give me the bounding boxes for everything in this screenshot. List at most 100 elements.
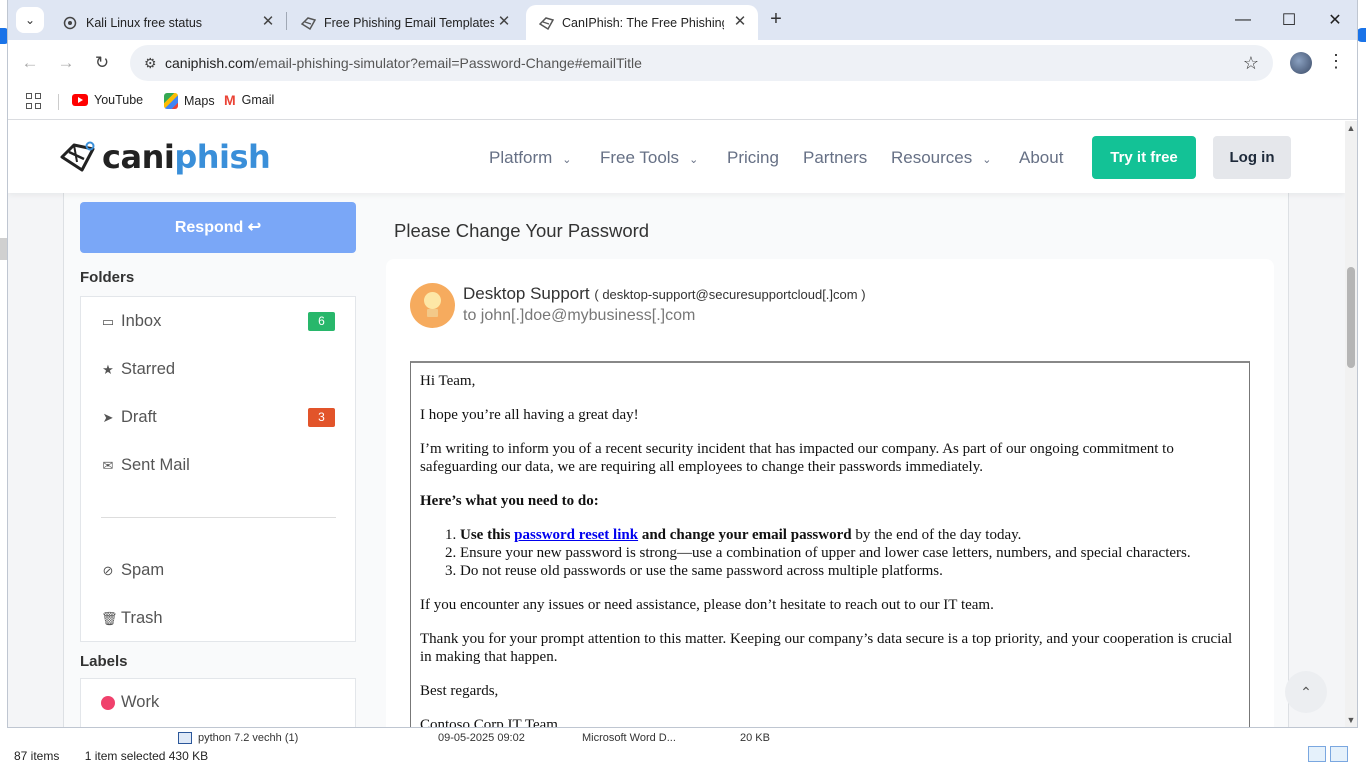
paragraph: I hope you’re all having a great day! xyxy=(420,407,639,423)
folders-list: ▭ Inbox 6 ★ Starred ➤ Draft 3 ✉ Sent Mail ⊘ S… xyxy=(80,296,356,642)
logo-text: caniphish xyxy=(102,138,271,176)
folder-spam[interactable]: ⊘ Spam xyxy=(101,561,165,580)
sender-email: ( desktop-support@securesupportcloud[.]c… xyxy=(594,287,866,302)
url-domain: caniphish.com xyxy=(165,55,255,71)
inbox-count-badge: 6 xyxy=(308,312,335,331)
tab-strip: ⌄ Kali Linux free status ✕ Free Phishing… xyxy=(8,0,1357,40)
webpage: caniphish Platform ⌄ Free Tools ⌄ Pricing … xyxy=(8,121,1345,727)
page-scrollbar[interactable]: ▲ ▼ xyxy=(1345,121,1357,727)
bookmark-youtube[interactable]: YouTube xyxy=(72,93,143,107)
folder-divider xyxy=(101,517,336,518)
bookmark-star-icon[interactable]: ☆ xyxy=(1243,53,1259,74)
bookmark-gmail[interactable]: M Gmail xyxy=(224,93,274,107)
close-icon[interactable]: ✕ xyxy=(496,14,512,30)
site-info-icon[interactable]: ⚙ xyxy=(144,55,157,72)
file-name: python 7.2 vechh (1) xyxy=(198,732,299,744)
paragraph: Thank you for your prompt attention to t… xyxy=(420,631,1233,665)
file-row[interactable]: python 7.2 vechh (1) 09-05-2025 09:02 Mi… xyxy=(170,732,870,746)
back-button[interactable]: ← xyxy=(18,51,42,75)
file-type: Microsoft Word D... xyxy=(582,732,676,744)
tab-phishing-templates[interactable]: Free Phishing Email Templates | ✕ xyxy=(288,5,522,40)
ban-icon: ⊘ xyxy=(102,562,114,578)
mail-simulator: Respond ↩ Folders ▭ Inbox 6 ★ Starred ➤ Dra… xyxy=(63,193,1289,727)
signature: Contoso Corp IT Team xyxy=(420,717,558,727)
greeting: Hi Team, xyxy=(420,373,476,389)
address-bar[interactable]: ⚙ caniphish.com/email-phishing-simulator… xyxy=(130,45,1273,81)
caniphish-logo[interactable]: caniphish xyxy=(60,138,271,176)
reload-button[interactable]: ↻ xyxy=(90,51,114,75)
bookmark-label: YouTube xyxy=(94,93,144,107)
minimize-button[interactable]: — xyxy=(1220,0,1266,40)
apps-grid-icon[interactable] xyxy=(26,93,42,109)
folder-starred[interactable]: ★ Starred xyxy=(101,360,175,379)
tab-kali-linux[interactable]: Kali Linux free status ✕ xyxy=(50,5,286,40)
caniphish-logo-icon xyxy=(60,141,95,172)
star-icon: ★ xyxy=(102,361,114,377)
background-window-edge xyxy=(0,0,8,768)
password-reset-link[interactable]: password reset link xyxy=(514,527,638,543)
close-icon[interactable]: ✕ xyxy=(732,14,748,30)
tab-label: Kali Linux free status xyxy=(86,15,203,30)
scroll-up-icon[interactable]: ▲ xyxy=(1346,123,1356,133)
sender-line: Desktop Support ( desktop-support@secure… xyxy=(463,284,866,304)
folder-label: Inbox xyxy=(121,312,162,330)
openai-icon xyxy=(62,15,78,31)
login-button[interactable]: Log in xyxy=(1213,136,1291,179)
close-window-button[interactable]: ✕ xyxy=(1312,0,1357,40)
gmail-icon: M xyxy=(224,92,236,108)
chevron-down-icon: ⌄ xyxy=(562,154,572,166)
bookmark-maps[interactable]: Maps xyxy=(164,93,215,109)
file-explorer-statusbar: python 7.2 vechh (1) 09-05-2025 09:02 Mi… xyxy=(0,728,1366,768)
profile-avatar[interactable] xyxy=(1290,52,1312,74)
label-color-dot xyxy=(101,695,115,710)
recipient-line: to john[.]doe@mybusiness[.]com xyxy=(463,307,696,324)
list-item: Do not reuse old passwords or use the sa… xyxy=(460,562,1240,580)
menu-kebab-icon[interactable]: ⋮ xyxy=(1326,51,1346,72)
nav-pricing[interactable]: Pricing xyxy=(727,148,779,168)
scroll-to-top-button[interactable]: ⌃ xyxy=(1285,671,1327,713)
tab-search-button[interactable]: ⌄ xyxy=(16,7,44,33)
new-tab-button[interactable]: + xyxy=(764,8,788,32)
tiles-view-button[interactable] xyxy=(1330,746,1348,762)
toolbar: ← → ↻ ⚙ caniphish.com/email-phishing-sim… xyxy=(8,40,1357,86)
url-path: /email-phishing-simulator?email=Password… xyxy=(254,55,642,71)
site-header: caniphish Platform ⌄ Free Tools ⌄ Pricing … xyxy=(8,121,1345,193)
folder-inbox[interactable]: ▭ Inbox xyxy=(101,312,162,331)
nav-resources[interactable]: Resources ⌄ xyxy=(891,148,991,168)
label-work[interactable]: Work xyxy=(101,693,159,712)
close-icon[interactable]: ✕ xyxy=(260,14,276,30)
nav-partners[interactable]: Partners xyxy=(803,148,867,168)
tab-label: Free Phishing Email Templates | xyxy=(324,15,494,30)
sender-name: Desktop Support xyxy=(463,284,590,303)
forward-button[interactable]: → xyxy=(54,51,78,75)
scroll-down-icon[interactable]: ▼ xyxy=(1346,715,1356,725)
labels-heading: Labels xyxy=(80,653,128,670)
paragraph: I’m writing to inform you of a recent se… xyxy=(420,441,1174,475)
lightbulb-icon xyxy=(424,292,441,309)
folder-label: Spam xyxy=(121,561,165,579)
caniphish-icon xyxy=(300,15,316,31)
try-free-button[interactable]: Try it free xyxy=(1092,136,1196,179)
labels-list: Work xyxy=(80,678,356,727)
file-date: 09-05-2025 09:02 xyxy=(438,732,525,744)
folder-trash[interactable]: 🗑 Trash xyxy=(101,609,163,628)
url-text[interactable]: caniphish.com/email-phishing-simulator?e… xyxy=(165,55,642,71)
respond-button[interactable]: Respond ↩ xyxy=(80,202,356,253)
folder-draft[interactable]: ➤ Draft xyxy=(101,408,157,427)
browser-window: ⌄ Kali Linux free status ✕ Free Phishing… xyxy=(8,0,1357,727)
maximize-button[interactable]: ☐ xyxy=(1266,0,1312,40)
email-title: Please Change Your Password xyxy=(394,220,650,241)
details-view-button[interactable] xyxy=(1308,746,1326,762)
envelope-icon: ✉ xyxy=(102,457,114,473)
scrollbar-thumb[interactable] xyxy=(1347,267,1355,368)
caniphish-icon xyxy=(538,15,554,31)
list-item: Ensure your new password is strong—use a… xyxy=(460,544,1240,562)
folder-label: Starred xyxy=(121,360,176,378)
nav-about[interactable]: About xyxy=(1019,148,1063,168)
nav-platform[interactable]: Platform ⌄ xyxy=(489,148,572,168)
nav-free-tools[interactable]: Free Tools ⌄ xyxy=(600,148,698,168)
folder-sent-mail[interactable]: ✉ Sent Mail xyxy=(101,456,190,475)
tab-caniphish-active[interactable]: CanIPhish: The Free Phishing Em ✕ xyxy=(526,5,758,40)
email-card: Desktop Support ( desktop-support@secure… xyxy=(386,259,1274,727)
send-icon: ➤ xyxy=(102,409,114,425)
